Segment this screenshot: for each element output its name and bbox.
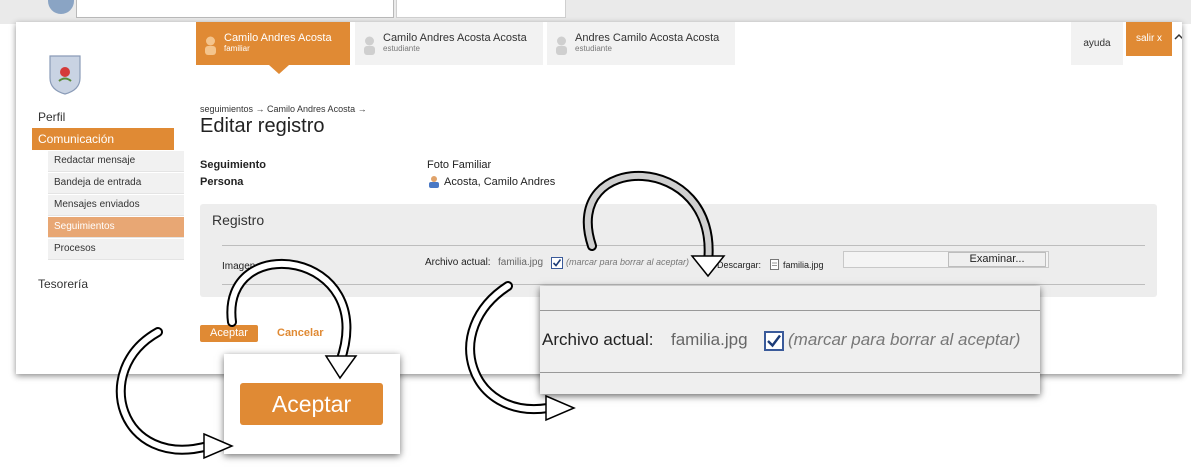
arrow-aceptar-loop [226,259,352,367]
arrowhead [203,432,234,460]
arrowhead [324,355,358,380]
annotation-arrows [115,171,726,460]
arrowhead [690,255,726,278]
arrowhead [545,394,576,422]
arrow-archivo-to-zoom [465,281,553,415]
